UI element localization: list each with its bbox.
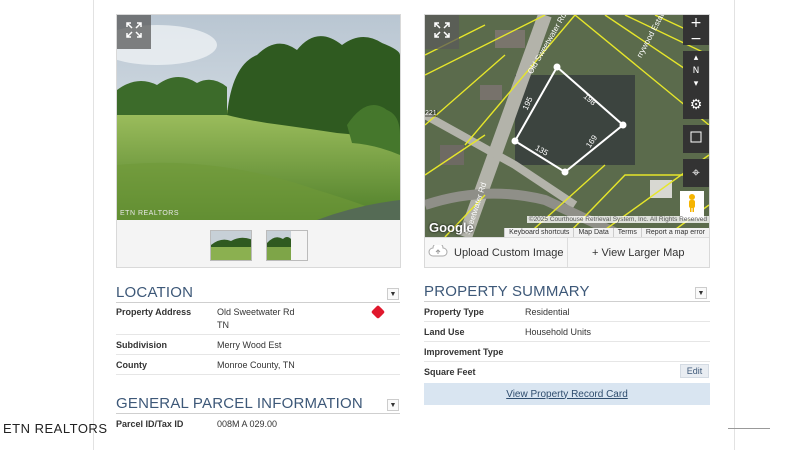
zoom-out-button[interactable]: − (690, 31, 702, 47)
parcel-collapse-button[interactable]: ▼ (387, 399, 399, 411)
property-address-value: Old Sweetwater Rd (217, 307, 295, 317)
thumbnail-strip (117, 230, 400, 261)
row-divider (116, 354, 400, 355)
map-card: Old Sweetwater Rd Sweetwater Rd rrywood … (424, 14, 710, 268)
subdivision-value: Merry Wood Est (217, 340, 282, 350)
row-divider (424, 321, 710, 322)
county-label: County (116, 360, 147, 370)
compass-control[interactable]: ▴ N ▾ (683, 51, 709, 91)
parcel-id-label: Parcel ID/Tax ID (116, 419, 184, 429)
chevron-down-icon: ▼ (697, 289, 705, 297)
subdivision-label: Subdivision (116, 340, 168, 350)
view-property-record-card-button[interactable]: View Property Record Card (424, 383, 710, 405)
zoom-controls: + − (683, 15, 709, 47)
map-actions: Upload Custom Image + View Larger Map (425, 237, 709, 267)
property-summary-title: PROPERTY SUMMARY (424, 283, 590, 300)
google-logo: Google (429, 220, 474, 235)
photo-watermark: ETN REALTORS (120, 210, 180, 217)
locate-button[interactable]: ⌖ (683, 159, 709, 187)
lot-number: 221 (425, 110, 437, 117)
property-photo[interactable]: ETN REALTORS (117, 15, 400, 220)
property-type-value: Residential (525, 307, 570, 317)
upload-custom-image-button[interactable]: Upload Custom Image (425, 238, 568, 267)
view-larger-map-label: + View Larger Map (592, 246, 685, 259)
row-divider (116, 374, 400, 375)
parcel-id-value: 008M A 029.00 (217, 419, 278, 429)
report-error-link[interactable]: Report a map error (640, 228, 709, 237)
map-attribution: ©2025 Courthouse Retrieval System, Inc. … (526, 216, 709, 223)
edit-button[interactable]: Edit (680, 364, 709, 378)
upload-custom-image-label: Upload Custom Image (454, 246, 564, 259)
expand-icon (126, 21, 142, 43)
terms-link[interactable]: Terms (612, 228, 641, 237)
chevron-up-icon: ▴ (693, 52, 699, 63)
street-view-pegman[interactable] (680, 191, 704, 219)
expand-icon (434, 21, 450, 43)
photo-gallery: ETN REALTORS (116, 14, 401, 268)
row-divider (116, 334, 400, 335)
compass-north-label: N (692, 65, 700, 76)
location-title: LOCATION (116, 284, 194, 301)
parcel-map[interactable]: Old Sweetwater Rd Sweetwater Rd rrywood … (425, 15, 709, 237)
map-footer-links: Keyboard shortcuts Map Data Terms Report… (504, 228, 709, 237)
property-address-state: TN (217, 320, 229, 330)
row-divider (424, 361, 710, 362)
zoom-in-button[interactable]: + (690, 15, 702, 31)
cloud-upload-icon (428, 242, 448, 260)
settings-button[interactable]: ⚙ (683, 91, 709, 119)
chevron-down-icon: ▼ (389, 290, 397, 298)
view-larger-map-button[interactable]: + View Larger Map (568, 238, 710, 267)
county-value: Monroe County, TN (217, 360, 295, 370)
draw-area-button[interactable] (683, 125, 709, 153)
brand-logo: ETN REALTORS (3, 421, 108, 436)
location-divider (116, 302, 400, 303)
keyboard-shortcuts-link[interactable]: Keyboard shortcuts (504, 228, 573, 237)
improvement-type-label: Improvement Type (424, 347, 504, 357)
property-address-label: Property Address (116, 307, 192, 317)
thumbnail-2[interactable] (265, 230, 308, 261)
property-type-label: Property Type (424, 307, 484, 317)
row-divider (424, 341, 710, 342)
summary-collapse-button[interactable]: ▼ (695, 287, 707, 299)
location-collapse-button[interactable]: ▼ (387, 288, 399, 300)
land-use-value: Household Units (525, 327, 592, 337)
crosshair-icon: ⌖ (692, 165, 700, 181)
land-use-label: Land Use (424, 327, 465, 337)
parcel-divider (116, 413, 400, 414)
summary-divider (424, 301, 710, 302)
pegman-icon (686, 193, 698, 218)
gear-icon: ⚙ (689, 97, 703, 113)
expand-photo-button[interactable] (117, 15, 151, 49)
area-select-icon (690, 131, 702, 147)
expand-map-button[interactable] (425, 15, 459, 49)
chevron-down-icon: ▾ (693, 79, 699, 90)
map-data-link[interactable]: Map Data (573, 228, 612, 237)
chevron-down-icon: ▼ (389, 401, 397, 409)
thumbnail-1[interactable] (209, 230, 252, 261)
parcel-info-title: GENERAL PARCEL INFORMATION (116, 395, 363, 412)
divider (728, 428, 770, 429)
square-feet-label: Square Feet (424, 367, 476, 377)
